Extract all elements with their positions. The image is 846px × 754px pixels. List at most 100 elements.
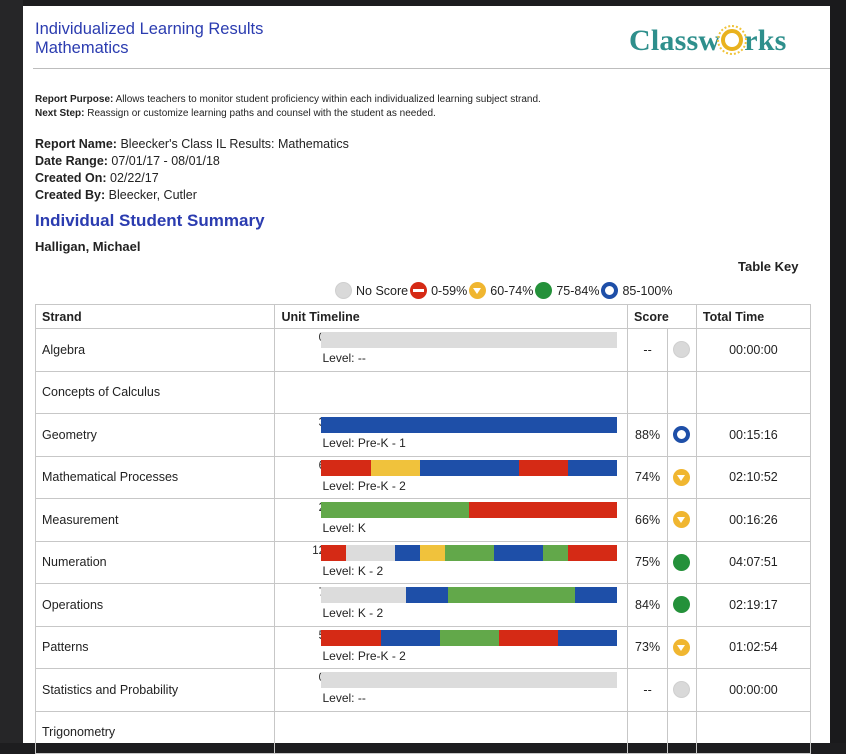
classworks-logo: Classw rks: [629, 24, 787, 58]
score-value: 88%: [627, 413, 669, 457]
table-row: Trigonometry: [34, 710, 812, 754]
unit-segment[interactable]: [568, 459, 618, 476]
logo-text-left: Classw: [629, 24, 721, 57]
unit-segment[interactable]: [370, 544, 396, 561]
unit-segment[interactable]: [346, 544, 371, 561]
total-time: [695, 710, 812, 754]
table-row: Patterns5Level: Pre-K - 273% 01:02:54: [34, 625, 812, 669]
unit-segment[interactable]: [321, 417, 421, 434]
total-time: 02:19:17: [695, 583, 812, 627]
unit-segment[interactable]: [469, 544, 495, 561]
total-time: 00:15:16: [695, 413, 812, 457]
score-value: 84%: [627, 583, 669, 627]
yellow-down-arrow-icon: [673, 468, 691, 486]
strand-name: Patterns: [34, 625, 276, 669]
unit-timeline-cell: 0Level: --: [274, 668, 629, 712]
table-key: No Score 0-59% 60-74% 75-84% 85-100%: [335, 282, 674, 299]
unit-segment[interactable]: [469, 459, 519, 476]
unit-segment[interactable]: [395, 544, 421, 561]
unit-segment[interactable]: [494, 544, 519, 561]
strand-name: Mathematical Processes: [34, 455, 276, 499]
unit-timeline-bar[interactable]: [321, 544, 618, 561]
key-item-no-score: No Score: [335, 282, 408, 299]
gray-circle-icon: [673, 681, 691, 699]
unit-timeline-bar[interactable]: [321, 417, 618, 434]
unit-segment[interactable]: [568, 544, 593, 561]
unit-segment[interactable]: [406, 587, 449, 604]
unit-segment[interactable]: [518, 459, 569, 476]
table-row: Statistics and Probability0Level: ---- 00…: [34, 668, 812, 712]
total-time: 02:10:52: [695, 455, 812, 499]
unit-segment[interactable]: [380, 629, 440, 646]
unit-timeline-bar[interactable]: [321, 629, 618, 646]
yellow-down-arrow-icon: [673, 638, 691, 656]
level-label: Level: K: [322, 521, 366, 536]
score-indicator-cell: [667, 540, 697, 584]
key-label: 75-84%: [556, 283, 600, 298]
score-value: --: [627, 328, 669, 372]
blue-ring-icon: [673, 426, 691, 444]
score-indicator-cell: [667, 455, 697, 499]
total-time: [695, 370, 812, 414]
unit-segment[interactable]: [420, 417, 519, 434]
unit-segment[interactable]: [363, 587, 407, 604]
unit-segment[interactable]: [490, 587, 533, 604]
gray-circle-icon: [335, 282, 352, 299]
key-item-85-100: 85-100%: [601, 282, 672, 299]
red-minus-icon: [410, 282, 428, 299]
unit-segment[interactable]: [543, 544, 569, 561]
table-row: Mathematical Processes6Level: Pre-K - 27…: [34, 455, 812, 499]
key-label: 0-59%: [431, 283, 468, 298]
unit-segment[interactable]: [321, 459, 371, 476]
unit-segment[interactable]: [321, 587, 364, 604]
total-time: 04:07:51: [695, 540, 812, 584]
score-value: [627, 370, 669, 414]
unit-segment[interactable]: [444, 544, 470, 561]
unit-segment[interactable]: [321, 502, 470, 519]
unit-segment[interactable]: [518, 417, 618, 434]
unit-timeline-bar[interactable]: [321, 459, 618, 476]
purpose-text: Allows teachers to monitor student profi…: [115, 94, 541, 105]
unit-segment[interactable]: [469, 502, 618, 519]
unit-segment[interactable]: [321, 544, 347, 561]
unit-segment[interactable]: [448, 587, 491, 604]
unit-segment[interactable]: [370, 459, 421, 476]
level-label: Level: --: [322, 691, 366, 706]
window-frame-left: [0, 0, 23, 743]
next-step-text: Reassign or customize learning paths and…: [87, 108, 436, 119]
unit-segment[interactable]: [592, 544, 618, 561]
score-indicator-cell: [667, 498, 697, 542]
date-range-label: Date Range:: [35, 154, 108, 168]
unit-timeline-bar[interactable]: [321, 502, 618, 519]
unit-timeline-cell: 3Level: Pre-K - 1: [274, 413, 629, 457]
unit-timeline-bar[interactable]: [321, 587, 618, 604]
unit-timeline-cell: 2Level: K: [274, 498, 629, 542]
unit-timeline-cell: 5Level: Pre-K - 2: [274, 625, 629, 669]
unit-segment[interactable]: [575, 587, 618, 604]
unit-segment[interactable]: [558, 629, 618, 646]
report-name-label: Report Name:: [35, 137, 117, 151]
unit-segment[interactable]: [518, 544, 544, 561]
unit-segment[interactable]: [420, 544, 445, 561]
gray-circle-icon: [673, 341, 691, 359]
unit-segment[interactable]: [532, 587, 576, 604]
unit-segment[interactable]: [439, 629, 500, 646]
unit-segment[interactable]: [420, 459, 470, 476]
unit-segment[interactable]: [499, 629, 559, 646]
created-on-value: 02/22/17: [110, 171, 159, 185]
level-label: Level: Pre-K - 2: [322, 648, 406, 663]
yellow-down-arrow-icon: [673, 511, 691, 529]
score-value: 66%: [627, 498, 669, 542]
header-divider: [33, 68, 830, 69]
score-indicator-cell: [667, 668, 697, 712]
unit-timeline-bar[interactable]: [321, 332, 618, 349]
report-name-value: Bleecker's Class IL Results: Mathematics: [120, 137, 349, 151]
level-label: Level: Pre-K - 1: [322, 436, 406, 451]
report-purpose-block: Report Purpose: Allows teachers to monit…: [35, 93, 541, 121]
total-time: 00:00:00: [695, 328, 812, 372]
unit-segment[interactable]: [321, 629, 381, 646]
unit-timeline-bar[interactable]: [321, 672, 618, 689]
key-label: 60-74%: [490, 283, 534, 298]
level-label: Level: --: [322, 351, 366, 366]
unit-timeline-cell: 6Level: Pre-K - 2: [274, 455, 629, 499]
